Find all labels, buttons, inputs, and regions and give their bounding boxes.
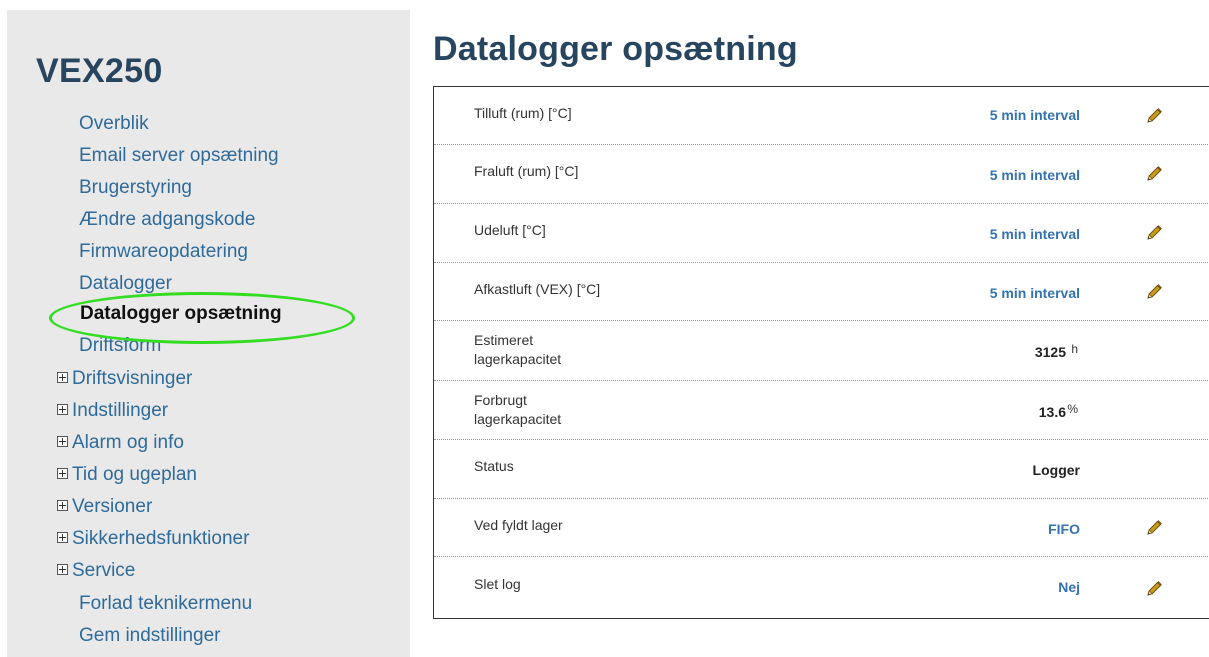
setting-label-line: Slet log xyxy=(474,576,521,592)
sidebar: VEX250 Overblik Email server opsætning Bru… xyxy=(7,10,410,657)
sidebar-item-label: Datalogger opsætning xyxy=(80,303,282,324)
settings-row-status: Status Logger xyxy=(434,440,1209,499)
sidebar-item-brugerstyring[interactable]: Brugerstyring xyxy=(79,177,192,199)
setting-label: Slet log xyxy=(474,575,521,594)
setting-value: 3125 xyxy=(1034,344,1066,360)
sidebar-item-alarm-og-info[interactable]: Alarm og info xyxy=(57,432,184,454)
pencil-icon[interactable] xyxy=(1145,283,1163,301)
setting-unit: % xyxy=(1067,402,1078,416)
settings-row-estimeret-lagerkapacitet: Estimeret lagerkapacitet 3125 h xyxy=(434,321,1209,381)
setting-value[interactable]: Nej xyxy=(1058,579,1080,595)
sidebar-item-label: Driftsvisninger xyxy=(72,368,193,389)
setting-label: Tilluft (rum) [°C] xyxy=(474,104,572,123)
sidebar-item-driftsform[interactable]: Driftsform xyxy=(79,335,161,357)
sidebar-item-label: Indstillinger xyxy=(72,400,169,421)
sidebar-item-label: Datalogger xyxy=(79,273,172,294)
sidebar-item-label: Brugerstyring xyxy=(79,177,192,198)
setting-label: Status xyxy=(474,457,514,476)
pencil-icon[interactable] xyxy=(1145,107,1163,125)
setting-value[interactable]: 5 min interval xyxy=(990,107,1080,123)
sidebar-item-driftsvisninger[interactable]: Driftsvisninger xyxy=(57,368,192,390)
sidebar-item-indstillinger[interactable]: Indstillinger xyxy=(57,400,168,422)
settings-row-ved-fyldt-lager: Ved fyldt lager FIFO xyxy=(434,499,1209,557)
sidebar-item-label: Ændre adgangskode xyxy=(79,209,256,230)
sidebar-item-datalogger-opsaetning[interactable]: Datalogger opsætning xyxy=(80,303,282,325)
setting-value[interactable]: 5 min interval xyxy=(990,167,1080,183)
sidebar-item-label: Versioner xyxy=(72,496,153,517)
expand-plus-icon[interactable] xyxy=(57,532,68,543)
pencil-icon[interactable] xyxy=(1145,165,1163,183)
expand-plus-icon[interactable] xyxy=(57,436,68,447)
sidebar-item-forlad-teknikermenu[interactable]: Forlad teknikermenu xyxy=(79,593,252,615)
sidebar-item-versioner[interactable]: Versioner xyxy=(57,496,152,518)
settings-row-slet-log: Slet log Nej xyxy=(434,557,1209,619)
expand-plus-icon[interactable] xyxy=(57,468,68,479)
sidebar-item-label: Sikkerhedsfunktioner xyxy=(72,528,250,549)
sidebar-item-label: Alarm og info xyxy=(72,432,184,453)
sidebar-item-aendre-adgangskode[interactable]: Ændre adgangskode xyxy=(79,209,255,231)
sidebar-item-email-server-opsaetning[interactable]: Email server opsætning xyxy=(79,145,279,167)
page-title: Datalogger opsætning xyxy=(433,30,798,68)
settings-row-fraluft: Fraluft (rum) [°C] 5 min interval xyxy=(434,145,1209,204)
setting-value[interactable]: FIFO xyxy=(1048,521,1080,537)
setting-label-line: Udeluft [°C] xyxy=(474,222,546,238)
sidebar-item-label: Tid og ugeplan xyxy=(72,464,198,485)
setting-label-line: Ved fyldt lager xyxy=(474,517,563,533)
settings-panel: Tilluft (rum) [°C] 5 min interval Fraluft … xyxy=(433,86,1209,619)
setting-label: Ved fyldt lager xyxy=(474,516,563,535)
setting-label-line: Status xyxy=(474,458,514,474)
expand-plus-icon[interactable] xyxy=(57,404,68,415)
setting-label: Afkastluft (VEX) [°C] xyxy=(474,280,600,299)
sidebar-item-datalogger[interactable]: Datalogger xyxy=(79,273,172,295)
sidebar-item-label: Gem indstillinger xyxy=(79,625,221,646)
setting-label: Forbrugt lagerkapacitet xyxy=(474,391,561,429)
setting-label-line: Forbrugt xyxy=(474,392,527,408)
setting-label-line: Afkastluft (VEX) [°C] xyxy=(474,281,601,297)
sidebar-item-label: Email server opsætning xyxy=(79,145,279,166)
setting-label: Fraluft (rum) [°C] xyxy=(474,162,578,181)
setting-unit: h xyxy=(1071,342,1078,356)
sidebar-item-sikkerhedsfunktioner[interactable]: Sikkerhedsfunktioner xyxy=(57,528,249,550)
sidebar-item-firmwareopdatering[interactable]: Firmwareopdatering xyxy=(79,241,248,263)
setting-label-line: Estimeret xyxy=(474,332,534,348)
settings-row-udeluft: Udeluft [°C] 5 min interval xyxy=(434,204,1209,263)
sidebar-item-label: Forlad teknikermenu xyxy=(79,593,253,614)
settings-row-tilluft: Tilluft (rum) [°C] 5 min interval xyxy=(434,87,1209,145)
pencil-icon[interactable] xyxy=(1145,224,1163,242)
expand-plus-icon[interactable] xyxy=(57,500,68,511)
sidebar-item-label: Service xyxy=(72,560,136,581)
sidebar-item-label: Overblik xyxy=(79,113,149,134)
setting-label-line: lagerkapacitet xyxy=(474,351,562,367)
setting-value[interactable]: 5 min interval xyxy=(990,285,1080,301)
sidebar-item-gem-indstillinger[interactable]: Gem indstillinger xyxy=(79,625,221,647)
sidebar-item-tid-og-ugeplan[interactable]: Tid og ugeplan xyxy=(57,464,197,486)
setting-value: Logger xyxy=(1032,462,1080,478)
sidebar-item-label: Firmwareopdatering xyxy=(79,241,248,262)
expand-plus-icon[interactable] xyxy=(57,372,68,383)
setting-label-line: Tilluft (rum) [°C] xyxy=(474,105,572,121)
pencil-icon[interactable] xyxy=(1145,580,1163,598)
sidebar-item-service[interactable]: Service xyxy=(57,560,135,582)
setting-value[interactable]: 5 min interval xyxy=(990,226,1080,242)
expand-plus-icon[interactable] xyxy=(57,564,68,575)
settings-row-afkastluft: Afkastluft (VEX) [°C] 5 min interval xyxy=(434,263,1209,321)
setting-label: Estimeret lagerkapacitet xyxy=(474,331,561,369)
sidebar-item-overblik[interactable]: Overblik xyxy=(79,113,149,135)
sidebar-item-label: Driftsform xyxy=(79,335,162,356)
setting-label-line: Fraluft (rum) [°C] xyxy=(474,163,579,179)
setting-label: Udeluft [°C] xyxy=(474,221,546,240)
app-title: VEX250 xyxy=(36,52,163,90)
settings-row-forbrugt-lagerkapacitet: Forbrugt lagerkapacitet 13.6% xyxy=(434,381,1209,440)
pencil-icon[interactable] xyxy=(1145,519,1163,537)
setting-label-line: lagerkapacitet xyxy=(474,411,562,427)
setting-value: 13.6 xyxy=(1038,404,1066,420)
